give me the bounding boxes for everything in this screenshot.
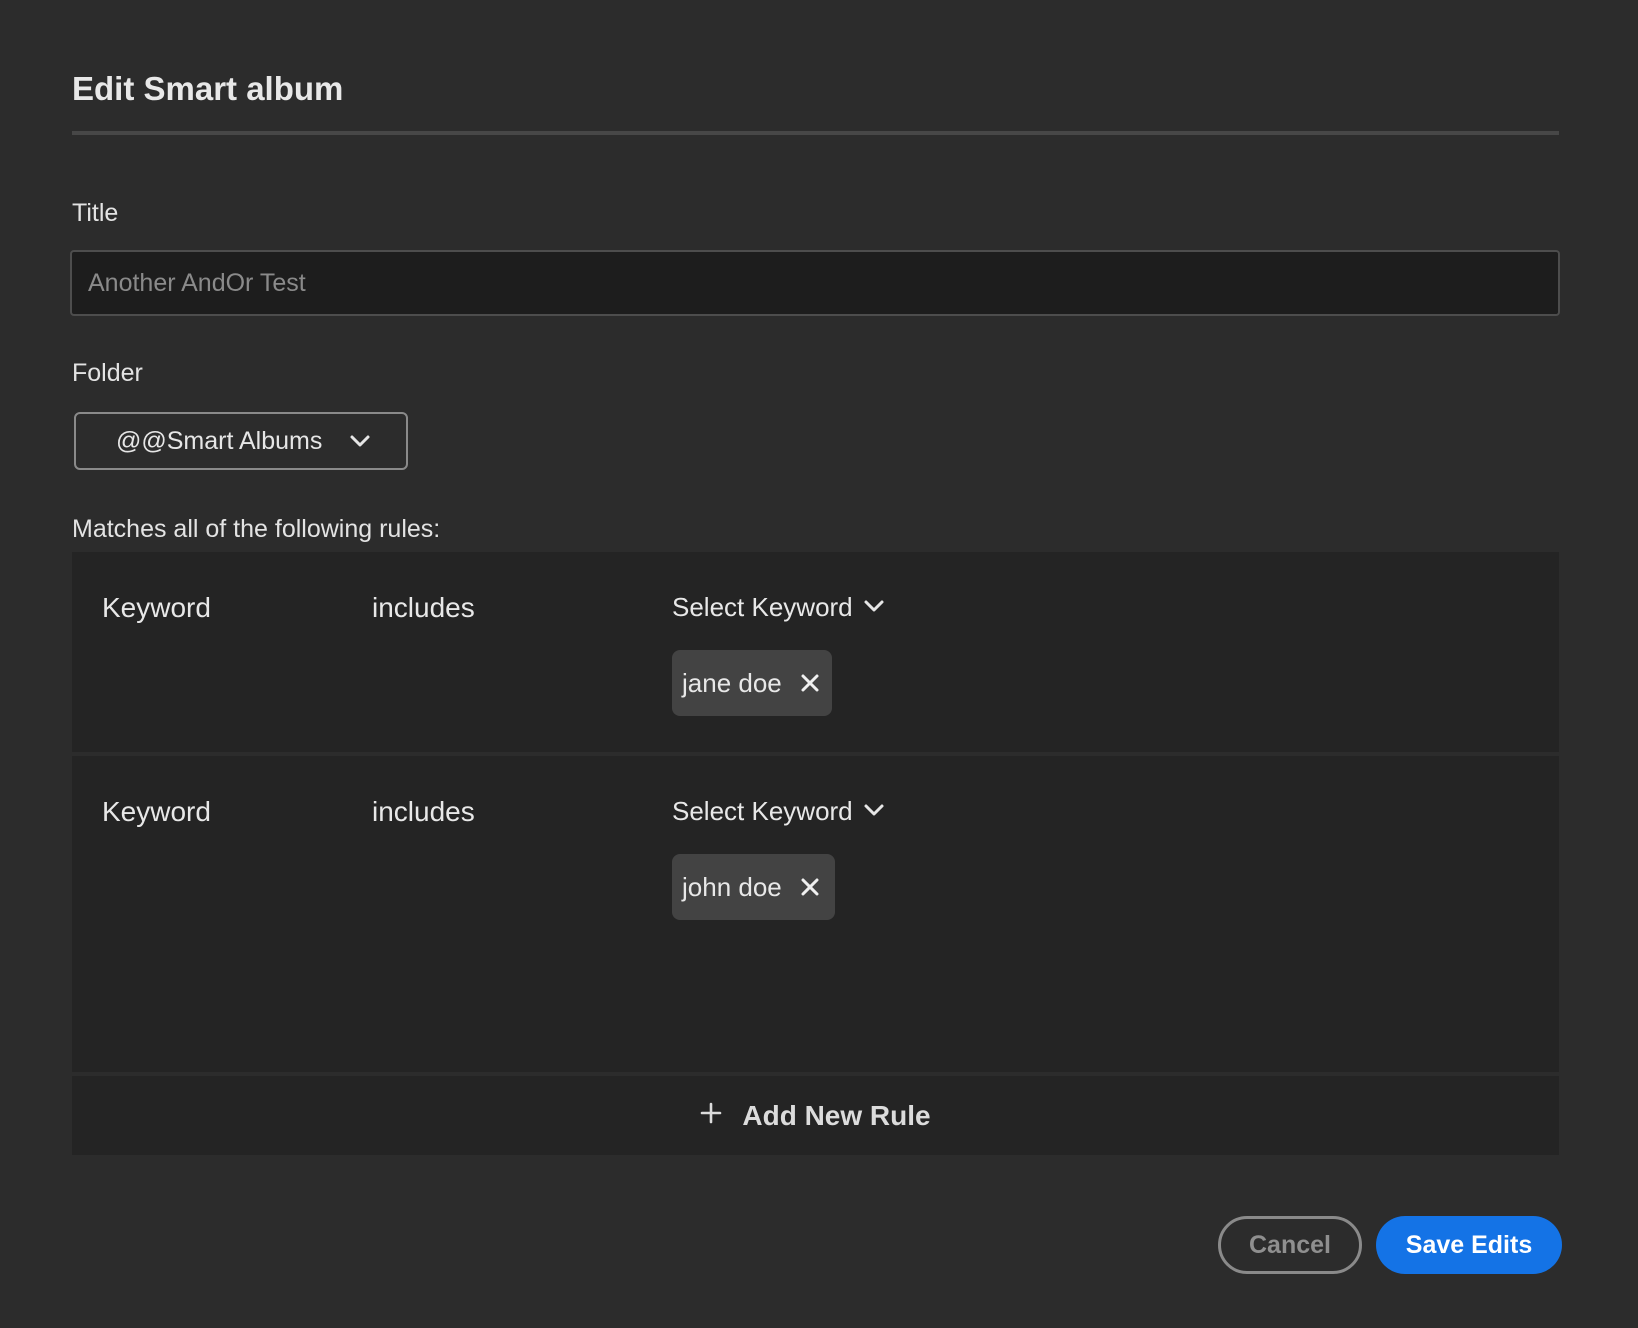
rule-operator-selector[interactable]: includes (372, 796, 475, 828)
folder-label: Folder (72, 359, 143, 387)
title-label: Title (72, 199, 119, 227)
folder-dropdown[interactable]: @@Smart Albums (74, 412, 408, 470)
rule-field-selector[interactable]: Keyword (102, 796, 211, 828)
plus-icon (700, 1102, 722, 1129)
chevron-down-icon (863, 594, 885, 621)
rule-row: Keyword includes Select Keyword john doe (72, 756, 1559, 1072)
save-edits-button[interactable]: Save Edits (1376, 1216, 1562, 1274)
rule-field-selector[interactable]: Keyword (102, 592, 211, 624)
rules-caption: Matches all of the following rules: (72, 515, 441, 543)
select-keyword-dropdown[interactable]: Select Keyword (672, 796, 885, 827)
cancel-button[interactable]: Cancel (1218, 1216, 1362, 1274)
keyword-tag: jane doe (672, 650, 832, 716)
keyword-tag-label: john doe (682, 871, 782, 902)
keyword-tag: john doe (672, 854, 835, 920)
rules-list: Keyword includes Select Keyword jane doe… (72, 552, 1559, 1155)
select-keyword-label: Select Keyword (672, 592, 853, 622)
select-keyword-label: Select Keyword (672, 796, 853, 826)
keyword-tag-label: jane doe (682, 667, 782, 698)
edit-smart-album-dialog: Edit Smart album Title Folder @@Smart Al… (0, 0, 1638, 1328)
dialog-title: Edit Smart album (72, 70, 344, 107)
rule-operator-selector[interactable]: includes (372, 592, 475, 624)
select-keyword-dropdown[interactable]: Select Keyword (672, 592, 885, 623)
title-input[interactable] (70, 250, 1560, 316)
close-icon[interactable] (800, 877, 820, 897)
rule-row: Keyword includes Select Keyword jane doe (72, 552, 1559, 752)
add-new-rule-label: Add New Rule (742, 1099, 931, 1131)
chevron-down-icon (349, 430, 371, 457)
chevron-down-icon (863, 798, 885, 825)
add-new-rule-button[interactable]: Add New Rule (72, 1076, 1559, 1155)
folder-dropdown-value: @@Smart Albums (116, 426, 323, 455)
title-divider (72, 131, 1559, 135)
close-icon[interactable] (800, 673, 820, 693)
